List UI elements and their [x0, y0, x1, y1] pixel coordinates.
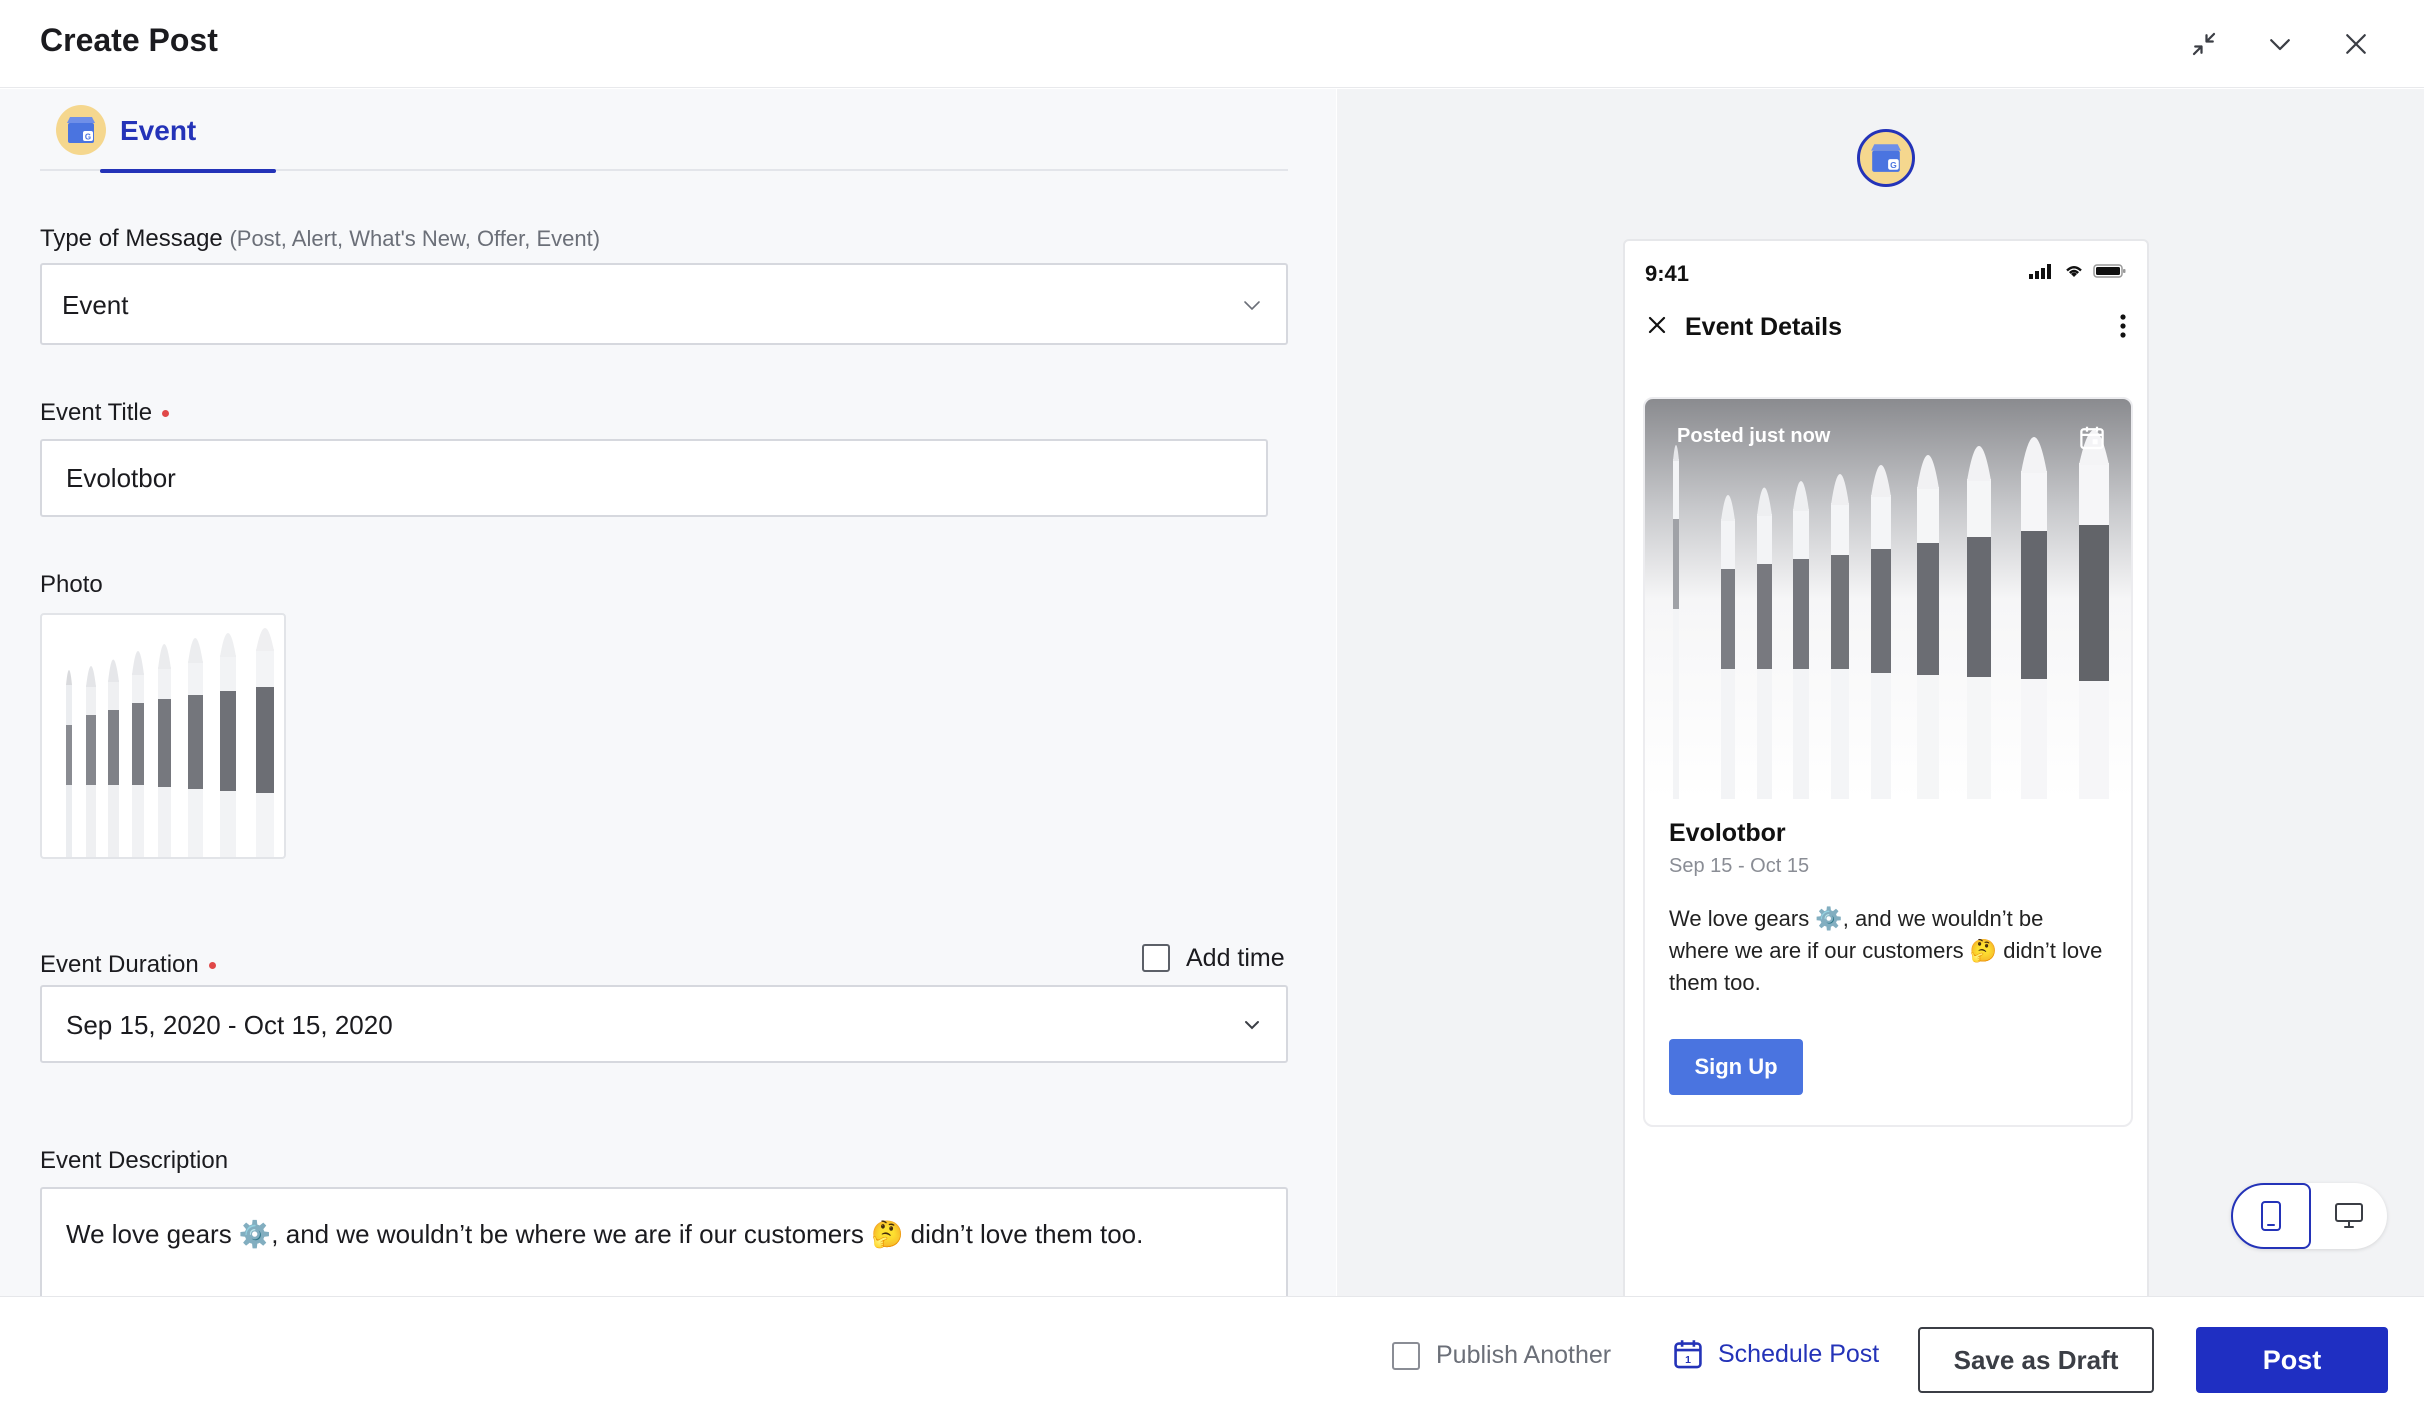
- preview-event-title: Evolotbor: [1669, 819, 1786, 847]
- event-duration-select[interactable]: Sep 15, 2020 - Oct 15, 2020: [40, 985, 1288, 1063]
- event-title-label: Event Title: [40, 399, 170, 427]
- publish-another-checkbox[interactable]: [1392, 1341, 1420, 1370]
- event-cover-image: Posted just now: [1645, 399, 2131, 799]
- preview-nav-title: Event Details: [1685, 313, 1843, 341]
- modal-footer: Publish Another 1 Schedule Post Save as …: [0, 1296, 2424, 1410]
- device-toggle: [2231, 1183, 2387, 1249]
- photo-thumbnail[interactable]: [40, 613, 286, 859]
- svg-text:1: 1: [1685, 1355, 1691, 1366]
- google-my-business-icon: G: [56, 105, 106, 155]
- required-indicator: [208, 962, 216, 970]
- add-time-label: Add time: [1186, 943, 1285, 972]
- page-title: Create Post: [40, 22, 218, 58]
- calendar-icon: [2080, 426, 2104, 450]
- tab-label: Event: [120, 115, 197, 146]
- mobile-view-button[interactable]: [2231, 1183, 2311, 1249]
- paintbrushes-image: [1673, 430, 2109, 799]
- add-time-toggle[interactable]: Add time: [1142, 941, 1285, 975]
- event-title-label-text: Event Title: [40, 399, 153, 426]
- wifi-icon: [2066, 266, 2082, 277]
- preview-nav-bar: Event Details: [1645, 307, 2131, 347]
- sign-up-button[interactable]: Sign Up: [1669, 1039, 1803, 1095]
- type-of-message-value: Event: [62, 290, 129, 320]
- minimize-button[interactable]: [2254, 18, 2306, 70]
- event-duration-label: Event Duration: [40, 951, 216, 979]
- event-duration-value: Sep 15, 2020 - Oct 15, 2020: [66, 1010, 393, 1040]
- preview-event-description: We love gears ⚙️, and we wouldn’t be whe…: [1669, 906, 2103, 995]
- preview-event-dates: Sep 15 - Oct 15: [1669, 855, 1810, 877]
- mobile-preview-frame: 9:41 Event Details Posted just now Evolo…: [1623, 239, 2149, 1296]
- event-title-field[interactable]: [40, 439, 1268, 517]
- status-bar-icons: [2029, 263, 2127, 279]
- calendar-icon: 1: [1674, 1340, 1702, 1369]
- mobile-icon: [2261, 1201, 2281, 1231]
- paintbrushes-image: [66, 628, 274, 857]
- schedule-post-button[interactable]: 1 Schedule Post: [1672, 1337, 1879, 1371]
- desktop-icon: [2335, 1203, 2363, 1228]
- channel-tabs: G Event: [40, 89, 1288, 173]
- collapse-button[interactable]: [2178, 18, 2230, 70]
- close-icon[interactable]: [1645, 313, 1669, 337]
- event-description-label: Event Description: [40, 1147, 229, 1174]
- active-tab-indicator: [100, 169, 276, 173]
- type-of-message-label: Type of Message (Post, Alert, What's New…: [40, 225, 600, 253]
- event-duration-label-text: Event Duration: [40, 951, 199, 978]
- type-of-message-select[interactable]: Event: [40, 263, 1288, 345]
- close-icon: [2346, 34, 2366, 54]
- required-indicator: [162, 410, 170, 418]
- svg-text:G: G: [1890, 160, 1897, 170]
- type-of-message-label-text: Type of Message: [40, 225, 223, 252]
- event-description-text[interactable]: We love gears ⚙️, and we wouldn’t be whe…: [66, 1219, 1143, 1250]
- posted-timestamp: Posted just now: [1677, 425, 1831, 447]
- photo-label: Photo: [40, 571, 103, 598]
- more-vertical-icon[interactable]: [2115, 311, 2131, 341]
- event-description-field[interactable]: We love gears ⚙️, and we wouldn’t be whe…: [40, 1187, 1288, 1296]
- status-bar-time: 9:41: [1645, 261, 1690, 286]
- schedule-post-label: Schedule Post: [1718, 1339, 1880, 1368]
- event-preview-card: Posted just now Evolotbor Sep 15 - Oct 1…: [1643, 397, 2133, 1127]
- desktop-view-button[interactable]: [2311, 1183, 2387, 1249]
- post-button[interactable]: Post: [2196, 1327, 2388, 1393]
- publish-another-label: Publish Another: [1436, 1341, 1612, 1369]
- event-title-input[interactable]: [66, 463, 1226, 494]
- svg-text:G: G: [85, 133, 91, 142]
- chevron-down-icon: [1244, 301, 1260, 311]
- save-as-draft-button[interactable]: Save as Draft: [1918, 1327, 2154, 1393]
- preview-panel: G 9:41 Event Details Posted just now Evo…: [1337, 89, 2424, 1296]
- google-my-business-icon: G: [1857, 129, 1915, 187]
- type-of-message-hint: (Post, Alert, What's New, Offer, Event): [229, 226, 601, 251]
- signal-icon: [2029, 264, 2051, 279]
- close-button[interactable]: [2330, 18, 2382, 70]
- add-time-checkbox[interactable]: [1142, 944, 1170, 972]
- chevron-down-icon: [2270, 39, 2290, 51]
- modal-header: Create Post: [0, 0, 2424, 88]
- tab-event[interactable]: G Event: [56, 89, 300, 173]
- post-form-panel: G Event Type of Message (Post, Alert, Wh…: [0, 89, 1336, 1296]
- publish-another-toggle[interactable]: Publish Another: [1392, 1341, 1611, 1370]
- collapse-icon: [2192, 32, 2216, 56]
- chevron-down-icon: [1245, 1021, 1259, 1030]
- battery-icon: [2093, 264, 2126, 278]
